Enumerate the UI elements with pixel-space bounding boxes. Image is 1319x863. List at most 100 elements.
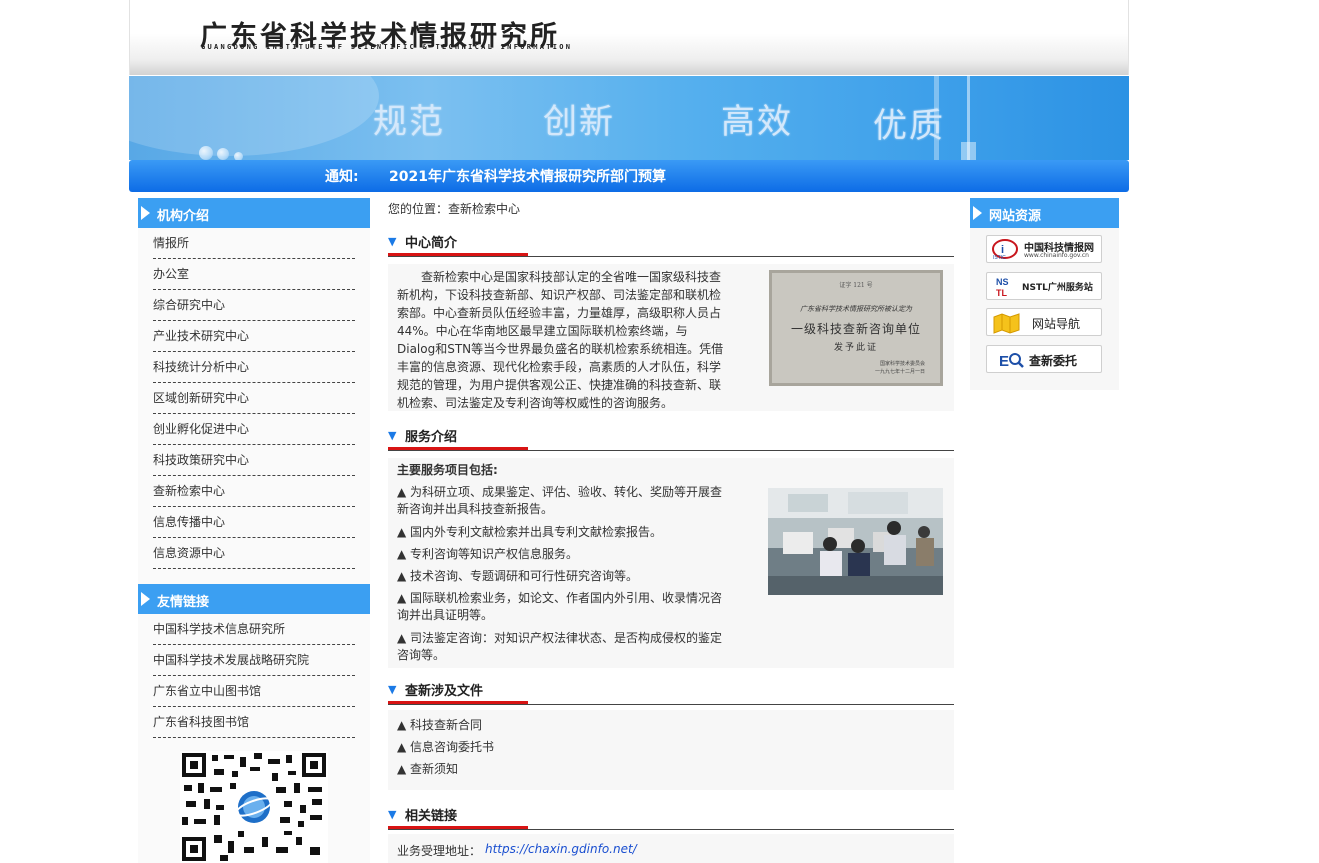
qr-code-image [180, 751, 328, 863]
svg-text:NS: NS [996, 277, 1009, 287]
search-commission-icon: E [999, 349, 1025, 371]
friend-link-zhongshan-library[interactable]: 广东省立中山图书馆 [153, 676, 355, 707]
logo-title-en: GUANGDONG INSTITUTE OF SCIENTIFIC & TECH… [201, 43, 573, 51]
services-section-body: 主要服务项目包括: ▲ 为科研立项、成果鉴定、评估、验收、转化、奖励等开展查新咨… [388, 458, 954, 668]
triangle-down-icon: ▼ [388, 808, 397, 821]
docs-section-header: ▼ 查新涉及文件 [388, 675, 954, 705]
links-section-title: 友情链接 [157, 595, 210, 610]
intro-section-title: 中心简介 [405, 236, 458, 251]
sidebar-item-office[interactable]: 办公室 [153, 259, 355, 290]
istic-logo-icon: i ISTIC [991, 238, 1019, 261]
service-item: ▲ 为科研立项、成果鉴定、评估、验收、转化、奖励等开展查新咨询并出具科技查新报告… [397, 485, 723, 516]
right-sidebar: 网站资源 i ISTIC 中国科技情报网 www.chinainfo.gov.c… [970, 198, 1119, 390]
org-section-title: 机构介绍 [157, 209, 210, 224]
notice-bar: 通知: 2021年广东省科学技术情报研究所部门预算 [129, 160, 1129, 192]
cert-date: 一九九七年十二月一日 [874, 369, 925, 375]
resource-sublabel: www.chinainfo.gov.cn [1024, 252, 1089, 259]
triangle-down-icon: ▼ [388, 235, 397, 248]
sidebar-item-industry-tech-research[interactable]: 产业技术研究中心 [153, 321, 355, 352]
friend-link-istic[interactable]: 中国科学技术信息研究所 [153, 614, 355, 645]
service-item: ▲ 国内外专利文献检索并出具专利文献检索报告。 [397, 525, 663, 539]
sidebar-item-incubation[interactable]: 创业孵化促进中心 [153, 414, 355, 445]
resource-link-nstl[interactable]: NS TL NSTL广州服务站 [986, 272, 1102, 300]
bubble-decoration [234, 152, 243, 160]
links-section-header: ▼ 相关链接 [388, 800, 954, 830]
page-wrapper: 广东省科学技术情报研究所 GUANGDONG INSTITUTE OF SCIE… [129, 0, 1129, 863]
triangle-right-icon [973, 206, 982, 220]
resources-section-title: 网站资源 [989, 209, 1042, 224]
doc-link-notice[interactable]: ▲ 查新须知 [397, 760, 458, 777]
section-divider [388, 829, 954, 830]
sidebar-item-qingbaosuo[interactable]: 情报所 [153, 228, 355, 259]
links-section-header: 友情链接 [138, 584, 370, 614]
notice-label: 通知: [325, 169, 359, 185]
doc-link-contract[interactable]: ▲ 科技查新合同 [397, 716, 482, 733]
sidebar-item-statistics-analysis[interactable]: 科技统计分析中心 [153, 352, 355, 383]
cert-line-2: 一级科技查新咨询单位 [790, 322, 921, 336]
docs-section-title: 查新涉及文件 [405, 684, 484, 699]
intro-section-header: ▼ 中心简介 [388, 227, 954, 257]
banner-word-3: 高效 [721, 102, 793, 142]
service-item: ▲ 司法鉴定咨询：对知识产权法律状态、是否构成侵权的鉴定咨询等。 [397, 631, 723, 662]
office-photo [768, 488, 943, 595]
cert-line-3: 发予此证 [833, 343, 878, 353]
svg-text:ISTIC: ISTIC [993, 255, 1006, 260]
site-header: 广东省科学技术情报研究所 GUANGDONG INSTITUTE OF SCIE… [129, 0, 1129, 75]
section-divider [388, 256, 954, 257]
hero-banner: 规范 创新 高效 优质 [129, 76, 1129, 160]
resource-label: 网站导航 [1032, 317, 1081, 331]
triangle-down-icon: ▼ [388, 683, 397, 696]
breadcrumb: 您的位置：查新检索中心 [388, 202, 521, 216]
svg-text:TL: TL [996, 288, 1007, 298]
notice-link[interactable]: 2021年广东省科学技术情报研究所部门预算 [389, 166, 666, 186]
banner-word-2: 创新 [543, 102, 615, 142]
bubble-decoration [217, 148, 229, 160]
resource-link-site-nav[interactable]: 网站导航 [986, 308, 1102, 336]
friend-link-sci-tech-library[interactable]: 广东省科技图书馆 [153, 707, 355, 738]
certificate-image: 证字 121 号 广东省科学技术情报研究所被认定为 一级科技查新咨询单位 发予此… [769, 270, 943, 386]
sidebar-item-info-dissemination[interactable]: 信息传播中心 [153, 507, 355, 538]
services-section-header: ▼ 服务介绍 [388, 421, 954, 451]
sidebar-item-novelty-search[interactable]: 查新检索中心 [153, 476, 355, 507]
friend-link-casted[interactable]: 中国科学技术发展战略研究院 [153, 645, 355, 676]
banner-word-4: 优质 [873, 106, 945, 146]
service-item: ▲ 技术咨询、专题调研和可行性研究咨询等。 [397, 569, 639, 583]
org-section-header: 机构介绍 [138, 198, 370, 228]
docs-section-body: ▲ 科技查新合同 ▲ 信息咨询委托书 ▲ 查新须知 [388, 710, 954, 790]
bubble-decoration [199, 146, 213, 160]
cert-line-1: 广东省科学技术情报研究所被认定为 [800, 305, 912, 313]
triangle-right-icon [141, 206, 150, 220]
services-section-title: 服务介绍 [405, 430, 458, 445]
cert-issuer: 国家科学技术委员会 [879, 361, 925, 367]
org-menu: 情报所 办公室 综合研究中心 产业技术研究中心 科技统计分析中心 区域创新研究中… [138, 228, 370, 569]
service-item: ▲ 专利咨询等知识产权信息服务。 [397, 547, 579, 561]
intro-section-body: 查新检索中心是国家科技部认定的全省唯一国家级科技查新机构，下设科技查新部、知识产… [388, 264, 954, 411]
related-links-title: 相关链接 [405, 809, 458, 824]
doc-link-commission[interactable]: ▲ 信息咨询委托书 [397, 738, 494, 755]
service-url-link[interactable]: https://chaxin.gdinfo.net/ [485, 842, 637, 856]
banner-word-1: 规范 [373, 102, 445, 142]
section-divider [388, 704, 954, 705]
map-icon [992, 312, 1022, 334]
intro-paragraph: 查新检索中心是国家科技部认定的全省唯一国家级科技查新机构，下设科技查新部、知识产… [397, 270, 724, 410]
resource-label: 查新委托 [1029, 354, 1078, 368]
resources-section-header: 网站资源 [970, 198, 1119, 228]
cert-number: 证字 121 号 [839, 282, 873, 289]
resource-label: NSTL广州服务站 [1022, 283, 1093, 293]
triangle-down-icon: ▼ [388, 429, 397, 442]
sidebar-item-comprehensive-research[interactable]: 综合研究中心 [153, 290, 355, 321]
section-divider [388, 450, 954, 451]
svg-text:E: E [999, 353, 1009, 370]
sidebar-item-regional-innovation[interactable]: 区域创新研究中心 [153, 383, 355, 414]
links-section-body: 业务受理地址： https://chaxin.gdinfo.net/ [388, 834, 954, 863]
nstl-logo-icon: NS TL [995, 275, 1017, 299]
left-sidebar: 机构介绍 情报所 办公室 综合研究中心 产业技术研究中心 科技统计分析中心 区域… [138, 198, 370, 863]
services-subtitle: 主要服务项目包括: [397, 463, 498, 477]
sidebar-item-info-resources[interactable]: 信息资源中心 [153, 538, 355, 569]
sidebar-item-policy-research[interactable]: 科技政策研究中心 [153, 445, 355, 476]
resource-link-chinainfo[interactable]: i ISTIC 中国科技情报网 www.chinainfo.gov.cn [986, 235, 1102, 263]
friend-links-menu: 中国科学技术信息研究所 中国科学技术发展战略研究院 广东省立中山图书馆 广东省科… [138, 614, 370, 738]
triangle-right-icon [141, 592, 150, 606]
resource-link-novelty-commission[interactable]: E 查新委托 [986, 345, 1102, 373]
service-item: ▲ 国际联机检索业务，如论文、作者国内外引用、收录情况咨询并出具证明等。 [397, 591, 723, 622]
